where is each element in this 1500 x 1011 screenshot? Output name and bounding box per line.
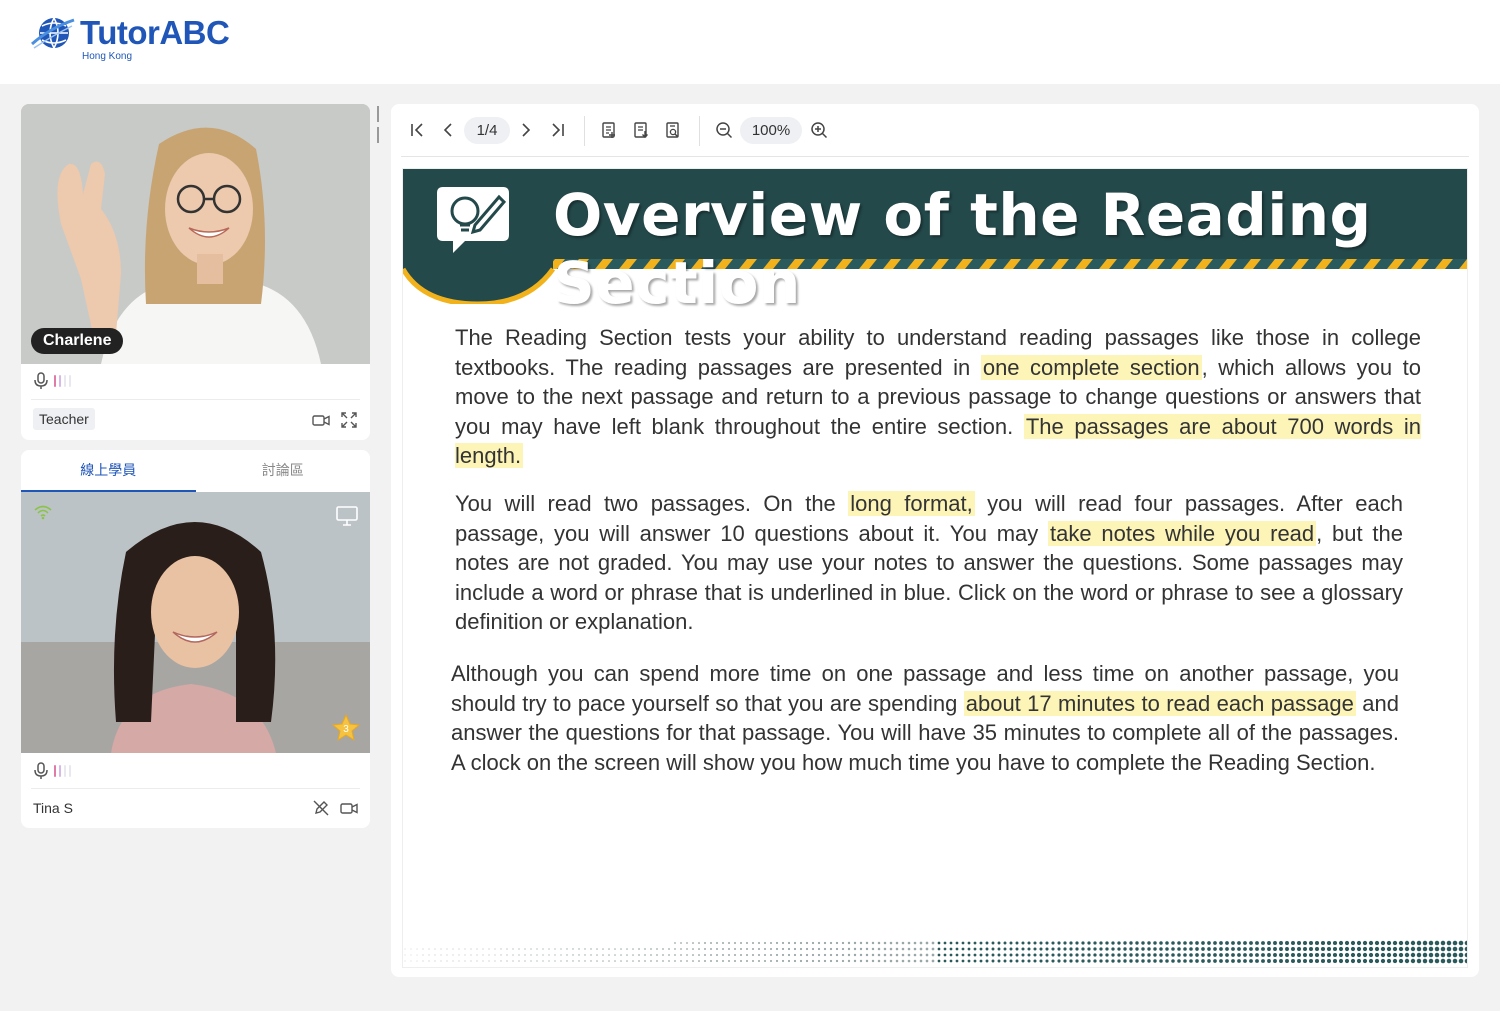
toolbar-divider <box>401 156 1469 157</box>
student-panel: 線上學員 討論區 3 Tina S <box>21 450 370 828</box>
app-header: TutorABC Hong Kong <box>0 0 1500 84</box>
viewer-toolbar: 1/4 100% <box>391 104 1479 156</box>
tab-discussion[interactable]: 討論區 <box>196 450 371 492</box>
last-page-button[interactable] <box>546 118 570 142</box>
toolbar-separator <box>699 116 700 146</box>
document-download-icon <box>634 122 648 138</box>
panel-resize-handle[interactable] <box>377 106 383 143</box>
zoom-out-button[interactable] <box>712 118 736 142</box>
zoom-out-icon <box>716 122 733 139</box>
chevron-right-icon <box>522 123 531 137</box>
pen-disabled-icon[interactable] <box>312 800 330 816</box>
teacher-video[interactable]: Charlene <box>21 104 370 364</box>
slide-dot-pattern <box>404 940 1467 964</box>
document-list-button[interactable] <box>597 118 621 142</box>
slide-paragraph-3: Although you can spend more time on one … <box>451 659 1399 777</box>
highlighted-text: take notes while you read <box>1048 520 1317 546</box>
next-page-button[interactable] <box>514 118 538 142</box>
slide-paragraph-2: You will read two passages. On the long … <box>455 489 1403 637</box>
fullscreen-icon[interactable] <box>340 412 358 428</box>
zoom-level[interactable]: 100% <box>740 117 802 144</box>
student-video[interactable]: 3 <box>21 492 370 753</box>
document-download-button[interactable] <box>629 118 653 142</box>
slide-paragraph-1: The Reading Section tests your ability t… <box>455 323 1422 471</box>
teacher-name-tag: Charlene <box>31 328 124 354</box>
star-reward-icon: 3 <box>331 713 361 742</box>
brand-region: Hong Kong <box>82 51 133 62</box>
teacher-panel: Charlene Teacher <box>21 104 370 440</box>
slide-title: Overview of the Reading Section <box>553 181 1372 317</box>
microphone-icon <box>34 372 48 389</box>
first-page-icon <box>411 123 423 137</box>
microphone-icon <box>34 762 48 779</box>
star-count: 3 <box>343 724 349 735</box>
wifi-signal-icon <box>34 505 52 520</box>
highlighted-text: long format, <box>848 491 975 516</box>
slide-page: Overview of the Reading Section The Read… <box>402 168 1468 968</box>
screen-share-icon[interactable] <box>336 506 358 526</box>
document-search-button[interactable] <box>661 118 685 142</box>
highlighted-text: one complete section <box>980 354 1202 380</box>
tab-online-students[interactable]: 線上學員 <box>21 450 196 492</box>
page-indicator[interactable]: 1/4 <box>464 117 510 144</box>
document-search-icon <box>666 122 679 138</box>
brand-name: TutorABC <box>80 14 230 51</box>
brand-logo[interactable]: TutorABC Hong Kong <box>30 14 230 62</box>
highlighted-text: about 17 minutes to read each passage <box>963 690 1356 716</box>
divider <box>31 788 360 789</box>
last-page-icon <box>552 123 564 137</box>
camera-icon[interactable] <box>312 412 330 428</box>
teacher-audio-level <box>33 372 71 390</box>
zoom-in-icon <box>811 122 828 139</box>
chevron-left-icon <box>443 123 452 137</box>
student-audio-level <box>33 762 71 780</box>
paragraph-text: You will read two passages. On the <box>455 491 849 516</box>
toolbar-separator <box>584 116 585 146</box>
zoom-in-button[interactable] <box>807 118 831 142</box>
student-name: Tina S <box>33 800 73 816</box>
globe-logo-icon <box>31 17 75 49</box>
teacher-video-image <box>21 104 370 364</box>
student-tabs: 線上學員 討論區 <box>21 450 370 492</box>
student-video-image <box>21 492 370 753</box>
document-viewer: 1/4 100% Overview of the Reading Section… <box>391 104 1479 977</box>
previous-page-button[interactable] <box>436 118 460 142</box>
divider <box>31 399 360 400</box>
camera-icon[interactable] <box>340 800 358 816</box>
document-list-icon <box>602 122 615 138</box>
first-page-button[interactable] <box>405 118 429 142</box>
teacher-role-badge: Teacher <box>33 408 95 430</box>
